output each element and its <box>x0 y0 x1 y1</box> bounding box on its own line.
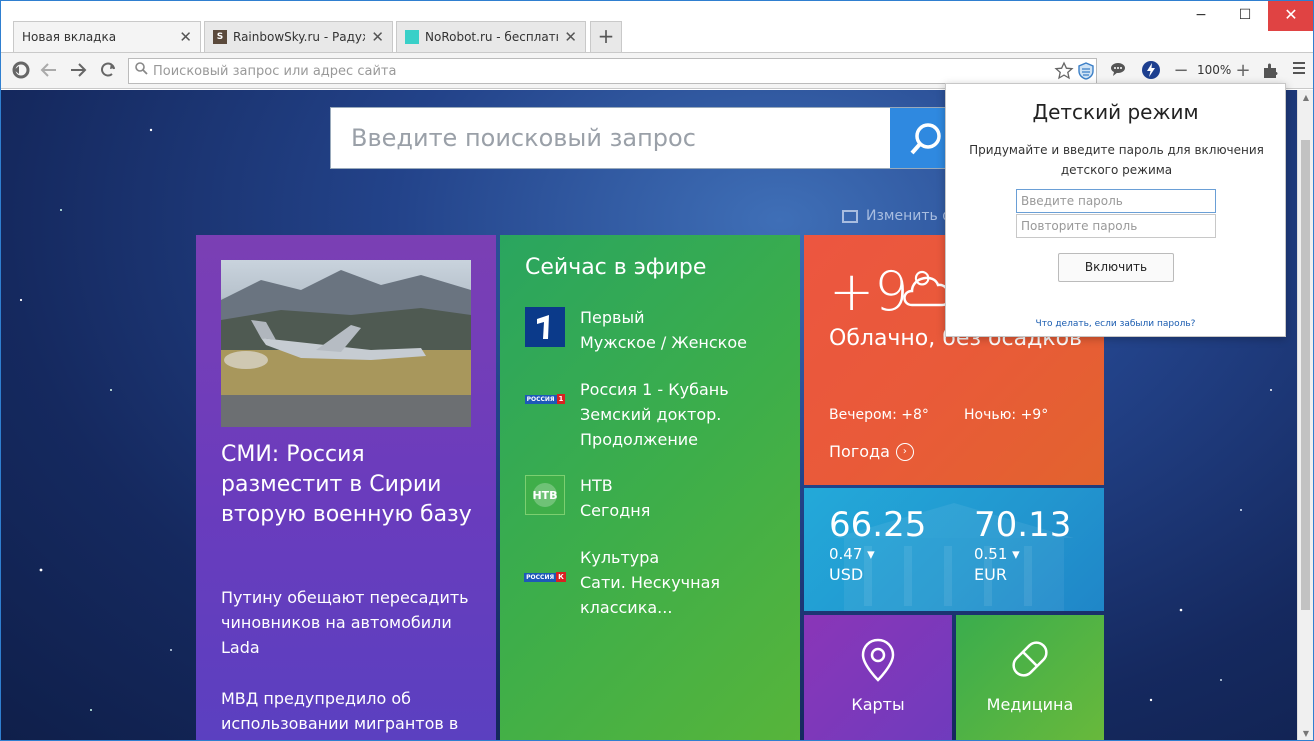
program-name: Мужское / Женское <box>580 333 747 352</box>
site-favicon-icon <box>405 30 419 44</box>
currency-code: USD <box>829 565 864 584</box>
site-favicon-icon: S <box>213 30 227 44</box>
picture-icon <box>842 209 858 223</box>
channel-name: Первый <box>580 308 645 327</box>
forward-arrow-icon[interactable] <box>67 60 89 82</box>
tv-heading: Сейчас в эфире <box>525 255 707 280</box>
browser-window: Новая вкладка ✕ S RainbowSky.ru - Радужн… <box>0 0 1314 741</box>
program-name: Земский доктор. Продолжение <box>580 405 722 449</box>
search-input[interactable] <box>351 122 871 154</box>
tv-text: Первый Мужское / Женское <box>580 305 780 355</box>
zoom-in-button[interactable]: + <box>1232 60 1254 82</box>
window-close-button[interactable]: ✕ <box>1268 1 1313 31</box>
zoom-level: 100% <box>1197 63 1232 77</box>
russia-k-logo-icon: РОССИЯ К <box>524 572 566 582</box>
lightning-extension-icon[interactable] <box>1140 60 1162 82</box>
currency-rate: 70.13 <box>974 505 1072 545</box>
tab-title: RainbowSky.ru - Радужн <box>233 30 365 44</box>
zoom-out-button[interactable]: − <box>1170 60 1192 82</box>
currency-usd: 66.25 0.47 ▾ USD <box>829 506 959 586</box>
program-name: Сати. Нескучная классика... <box>580 573 721 617</box>
tab-strip: Новая вкладка ✕ S RainbowSky.ru - Радужн… <box>1 1 1313 53</box>
maps-tile[interactable]: Карты <box>804 615 952 740</box>
popup-description: Придумайте и введите пароль для включени… <box>969 143 1264 177</box>
address-input[interactable] <box>153 61 1033 81</box>
chat-icon[interactable] <box>1107 60 1129 82</box>
tab-title: NoRobot.ru - бесплатно <box>425 30 559 44</box>
shield-icon[interactable] <box>1076 61 1096 85</box>
search-icon <box>135 62 148 79</box>
ntv-logo-icon: НТВ <box>525 475 565 515</box>
russia1-logo-icon: РОССИЯ 1 <box>524 394 566 404</box>
minimize-button[interactable]: − <box>1179 1 1223 31</box>
tv-row[interactable]: Первый Мужское / Женское <box>525 305 785 385</box>
close-icon[interactable]: ✕ <box>179 28 192 46</box>
tv-text: Россия 1 - Кубань Земский доктор. Продол… <box>580 377 780 452</box>
enable-child-mode-button[interactable]: Включить <box>1058 253 1174 282</box>
reload-icon[interactable] <box>97 60 119 82</box>
tv-row[interactable]: РОССИЯ К Культура Сати. Нескучная классик… <box>524 545 785 635</box>
change-background-link[interactable]: Изменить ф <box>842 208 954 224</box>
new-tab-button[interactable]: + <box>590 21 622 52</box>
currency-change: 0.47 ▾ <box>829 545 875 563</box>
close-icon[interactable]: ✕ <box>371 28 384 46</box>
forgot-password-link[interactable]: Что делать, если забыли пароль? <box>946 319 1285 329</box>
password-input[interactable] <box>1016 189 1216 213</box>
channel-name: Культура <box>580 548 660 567</box>
news-headline[interactable]: СМИ: Россия разместит в Сирии вторую вое… <box>221 440 481 530</box>
currency-tile[interactable]: 66.25 0.47 ▾ USD 70.13 0.51 ▾ EUR <box>804 488 1104 611</box>
tab-norobot[interactable]: NoRobot.ru - бесплатно ✕ <box>396 21 586 52</box>
search-box <box>330 107 960 169</box>
currency-rate: 66.25 <box>829 505 927 545</box>
channel-name: НТВ <box>580 476 613 495</box>
weather-night: Ночью: +9° <box>964 407 1049 423</box>
news-item[interactable]: МВД предупредило об использовании мигран… <box>221 686 481 736</box>
close-icon[interactable]: ✕ <box>564 28 577 46</box>
svg-text:НТВ: НТВ <box>532 489 557 502</box>
medicine-label: Медицина <box>986 695 1074 714</box>
tab-new-tab[interactable]: Новая вкладка ✕ <box>13 21 201 52</box>
tab-rainbowsky[interactable]: S RainbowSky.ru - Радужн ✕ <box>204 21 393 52</box>
pill-icon <box>1012 641 1048 677</box>
bookmark-star-icon[interactable] <box>1054 61 1074 85</box>
change-background-label: Изменить ф <box>866 208 955 224</box>
back-arrow-icon[interactable] <box>38 60 60 82</box>
currency-change: 0.51 ▾ <box>974 545 1020 563</box>
medicine-tile[interactable]: Медицина <box>956 615 1104 740</box>
news-photo[interactable] <box>221 260 471 427</box>
weather-link[interactable]: Погода › <box>829 442 914 461</box>
channel-name: Россия 1 - Кубань <box>580 380 729 399</box>
weather-evening: Вечером: +8° <box>829 407 929 423</box>
page-scrollbar[interactable]: ▲ ▼ <box>1297 90 1313 740</box>
weather-link-label: Погода <box>829 442 890 461</box>
repeat-password-input[interactable] <box>1016 214 1216 238</box>
child-mode-popup: Детский режим Придумайте и введите парол… <box>945 83 1286 337</box>
address-bar[interactable] <box>128 58 1097 84</box>
news-item[interactable]: Путину обещают пересадить чиновников на … <box>221 585 481 660</box>
scroll-down-icon[interactable]: ▼ <box>1298 726 1313 740</box>
menu-icon[interactable] <box>1288 60 1310 82</box>
maps-label: Карты <box>851 695 905 714</box>
currency-code: EUR <box>974 565 1007 584</box>
tv-row[interactable]: РОССИЯ 1 Россия 1 - Кубань Земский доктор… <box>524 377 785 457</box>
tv-text: Культура Сати. Нескучная классика... <box>580 545 780 620</box>
search-icon <box>910 123 941 155</box>
extensions-icon[interactable] <box>1260 60 1282 82</box>
popup-title: Детский режим <box>1032 100 1199 124</box>
maximize-button[interactable]: ☐ <box>1223 1 1267 31</box>
chevron-right-icon: › <box>895 442 914 461</box>
home-icon[interactable] <box>10 60 32 82</box>
tv-text: НТВ Сегодня <box>580 473 780 523</box>
tv-tile[interactable]: Сейчас в эфире Первый Мужское / Женское … <box>500 235 800 740</box>
tab-title: Новая вкладка <box>22 30 117 44</box>
program-name: Сегодня <box>580 501 651 520</box>
news-tile[interactable]: СМИ: Россия разместит в Сирии вторую вое… <box>196 235 496 740</box>
tv-row[interactable]: НТВ НТВ Сегодня <box>525 473 785 553</box>
scroll-thumb[interactable] <box>1301 140 1310 610</box>
currency-eur: 70.13 0.51 ▾ EUR <box>974 506 1104 586</box>
channel-one-logo-icon <box>525 307 565 347</box>
scroll-up-icon[interactable]: ▲ <box>1298 90 1313 106</box>
map-pin-icon <box>861 638 895 682</box>
